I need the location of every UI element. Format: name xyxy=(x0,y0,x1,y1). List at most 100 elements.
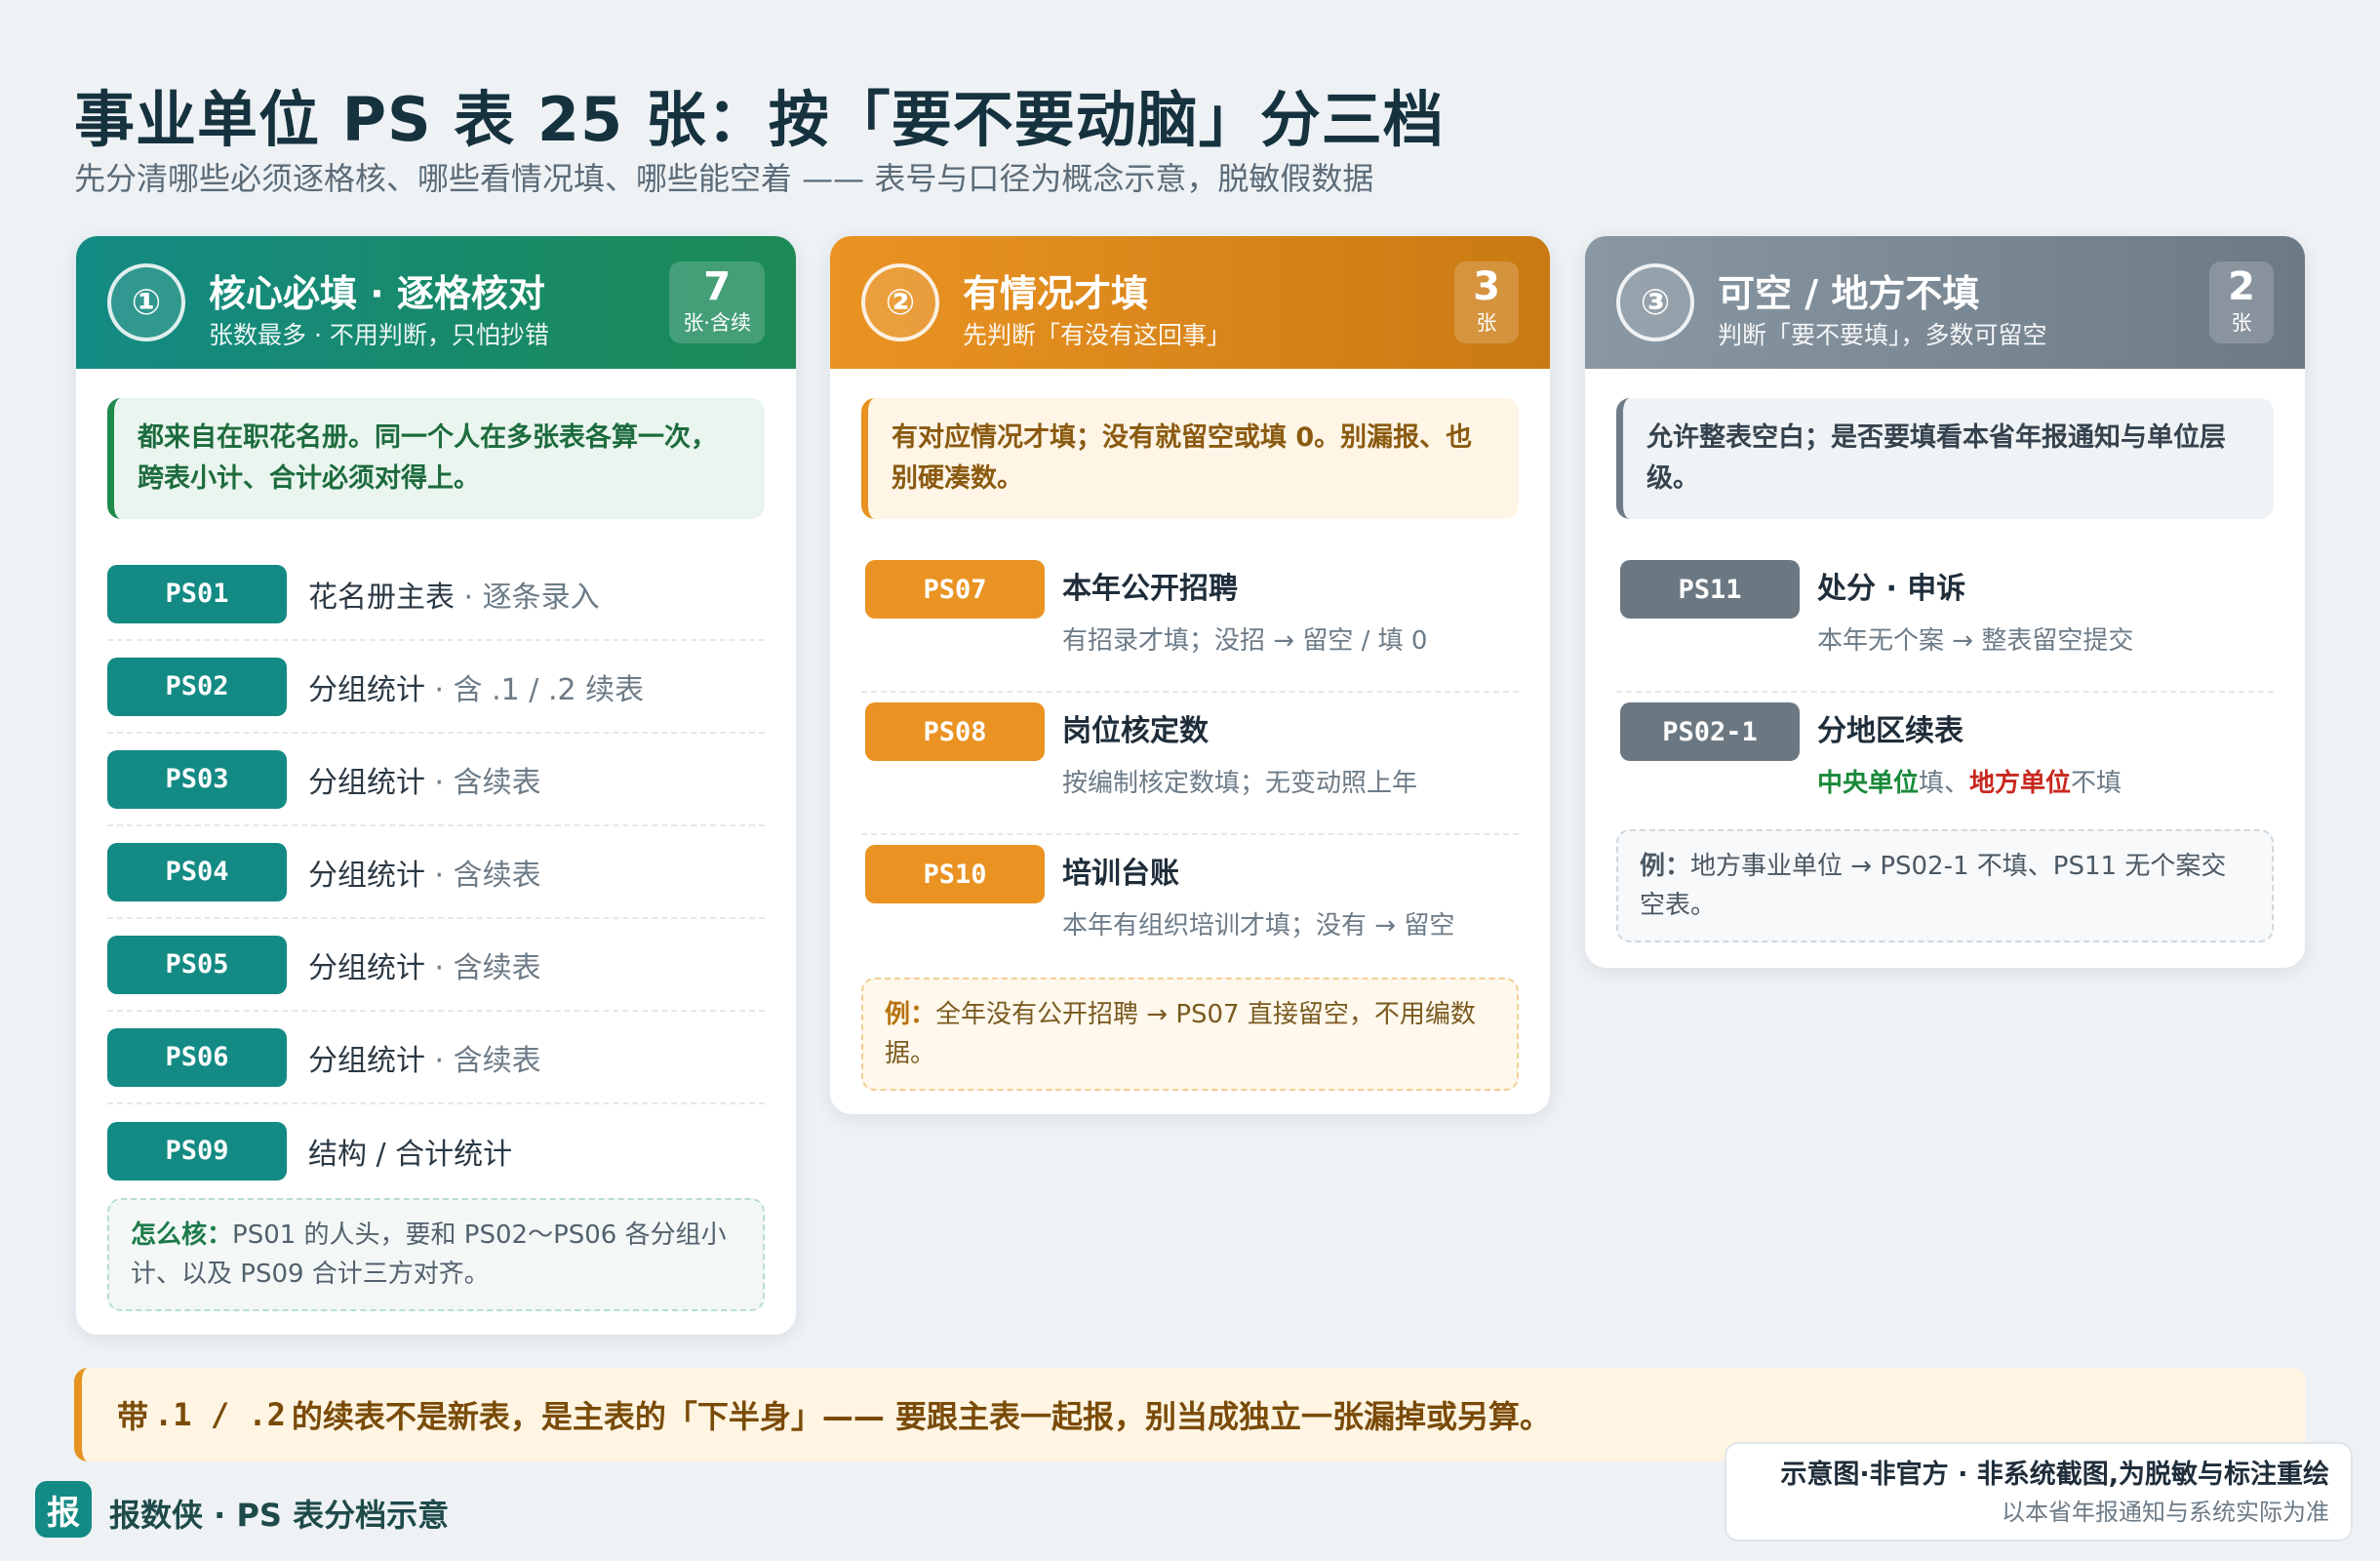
table-main-label: 花名册主表 xyxy=(308,580,455,615)
table-description: 结构 / 合计统计 xyxy=(308,1130,512,1173)
example-box: 例：地方事业单位 → PS02-1 不填、PS11 无个案交空表。 xyxy=(1616,829,2274,942)
example-label: 例： xyxy=(1640,852,1691,881)
detail-text: 填、 xyxy=(1919,769,1970,798)
tier-number-badge: ③ xyxy=(1616,263,1694,341)
table-description: 分组统计 · 含续表 xyxy=(308,943,541,986)
table-main-label: 结构 / 合计统计 xyxy=(308,1137,513,1172)
card-note: 都来自在职花名册。同一个人在多张表各算一次，跨表小计、合计必须对得上。 xyxy=(107,398,765,519)
disclaimer-line-1: 示意图·非官方 · 非系统截图,为脱敏与标注重绘 xyxy=(1780,1460,2329,1490)
table-code-tag: PS10 xyxy=(865,845,1045,903)
tier-card-optional: ③ 可空 / 地方不填 判断「要不要填」，多数可留空 2 张 允许整表空白；是否… xyxy=(1585,236,2305,968)
table-sub-label: · 逐条录入 xyxy=(455,580,600,615)
card-title: 有情况才填 xyxy=(963,272,1149,315)
tier-number-badge: ① xyxy=(107,263,185,341)
disclaimer-line-2: 以本省年报通知与系统实际为准 xyxy=(2002,1499,2329,1526)
card-subtitle: 判断「要不要填」，多数可留空 xyxy=(1718,321,2047,349)
table-main-label: 分组统计 xyxy=(308,858,425,893)
table-list: PS11 处分 · 申诉 本年无个案 → 整表留空提交 PS02-1 分地区续表… xyxy=(1616,550,2274,835)
example-box: 例：全年没有公开招聘 → PS07 直接留空，不用编数据。 xyxy=(861,978,1519,1091)
banner-text: 的续表不是新表，是主表的「下半身」—— 要跟主表一起报，别当成独立一张漏掉或另算… xyxy=(291,1398,1552,1435)
table-row: PS01 花名册主表 · 逐条录入 xyxy=(107,548,765,641)
table-code-tag: PS02 xyxy=(107,657,287,716)
count-number: 3 xyxy=(1473,264,1500,309)
count-unit: 张·含续 xyxy=(683,311,751,335)
example-label: 怎么核： xyxy=(131,1221,233,1250)
table-sub-label: · 含 .1 / .2 续表 xyxy=(425,672,645,707)
table-row: PS07 本年公开招聘 有招录才填；没招 → 留空 / 填 0 xyxy=(861,550,1519,693)
table-row: PS11 处分 · 申诉 本年无个案 → 整表留空提交 xyxy=(1616,550,2274,693)
table-row: PS02-1 分地区续表 中央单位填、地方单位不填 xyxy=(1616,693,2274,835)
table-description: 分组统计 · 含 .1 / .2 续表 xyxy=(308,665,644,708)
table-name: 分地区续表 xyxy=(1817,714,1964,748)
table-row: PS05 分组统计 · 含续表 xyxy=(107,919,765,1012)
example-text: 全年没有公开招聘 → PS07 直接留空，不用编数据。 xyxy=(885,1000,1476,1068)
table-row: PS06 分组统计 · 含续表 xyxy=(107,1012,765,1104)
table-row: PS02 分组统计 · 含 .1 / .2 续表 xyxy=(107,641,765,734)
table-code-tag: PS11 xyxy=(1620,560,1800,619)
table-row: PS04 分组统计 · 含续表 xyxy=(107,826,765,919)
table-description: 分组统计 · 含续表 xyxy=(308,758,541,801)
count-unit: 张 xyxy=(1476,311,1497,335)
table-row: PS10 培训台账 本年有组织培训才填；没有 → 留空 xyxy=(861,835,1519,978)
table-detail: 中央单位填、地方单位不填 xyxy=(1817,763,2122,799)
card-note: 有对应情况才填；没有就留空或填 0。别漏报、也别硬凑数。 xyxy=(861,398,1519,519)
table-sub-label: · 含续表 xyxy=(425,765,541,800)
table-code-tag: PS02-1 xyxy=(1620,702,1800,761)
tier-card-conditional: ② 有情况才填 先判断「有没有这回事」 3 张 有对应情况才填；没有就留空或填 … xyxy=(830,236,1550,1114)
banner-prefix: 带 xyxy=(117,1398,149,1435)
local-unit-highlight: 地方单位 xyxy=(1969,769,2072,798)
table-sub-label: · 含续表 xyxy=(425,858,541,893)
table-name: 处分 · 申诉 xyxy=(1817,572,1966,606)
card-title: 可空 / 地方不填 xyxy=(1718,272,1980,315)
page-title: 事业单位 PS 表 25 张：按「要不要动脑」分三档 xyxy=(74,84,1445,155)
card-header: ① 核心必填 · 逐格核对 张数最多 · 不用判断，只怕抄错 7 张·含续 xyxy=(76,236,796,369)
table-sub-label: · 含续表 xyxy=(425,950,541,985)
count-number: 2 xyxy=(2228,264,2255,309)
table-code-tag: PS04 xyxy=(107,842,287,901)
table-name: 本年公开招聘 xyxy=(1062,572,1238,606)
table-main-label: 分组统计 xyxy=(308,950,425,985)
table-detail: 按编制核定数填；无变动照上年 xyxy=(1062,769,1418,798)
central-unit-highlight: 中央单位 xyxy=(1817,769,1920,798)
table-detail: 本年无个案 → 整表留空提交 xyxy=(1817,626,2134,656)
card-note: 允许整表空白；是否要填看本省年报通知与单位层级。 xyxy=(1616,398,2274,519)
detail-text: 不填 xyxy=(2071,769,2122,798)
table-description: 分组统计 · 含续表 xyxy=(308,851,541,894)
count-unit: 张 xyxy=(2231,311,2252,335)
table-main-label: 分组统计 xyxy=(308,1043,425,1078)
card-subtitle: 张数最多 · 不用判断，只怕抄错 xyxy=(209,321,549,349)
card-header: ② 有情况才填 先判断「有没有这回事」 3 张 xyxy=(830,236,1550,369)
card-title: 核心必填 · 逐格核对 xyxy=(209,272,545,315)
disclaimer-box: 示意图·非官方 · 非系统截图,为脱敏与标注重绘 以本省年报通知与系统实际为准 xyxy=(1725,1442,2353,1541)
table-code-tag: PS08 xyxy=(865,702,1045,761)
card-subtitle: 先判断「有没有这回事」 xyxy=(963,321,1232,349)
tier-number-badge: ② xyxy=(861,263,939,341)
table-description: 分组统计 · 含续表 xyxy=(308,1036,541,1079)
table-description: 花名册主表 · 逐条录入 xyxy=(308,573,600,616)
table-row: PS09 结构 / 合计统计 xyxy=(107,1104,765,1197)
table-name: 培训台账 xyxy=(1062,857,1179,891)
table-code-tag: PS09 xyxy=(107,1121,287,1181)
brand-name: 报数侠 · PS 表分档示意 xyxy=(109,1497,450,1534)
table-code-tag: PS01 xyxy=(107,564,287,623)
table-code-tag: PS03 xyxy=(107,749,287,809)
example-box: 怎么核：PS01 的人头，要和 PS02～PS06 各分组小计、以及 PS09 … xyxy=(107,1198,765,1311)
tier-card-core: ① 核心必填 · 逐格核对 张数最多 · 不用判断，只怕抄错 7 张·含续 都来… xyxy=(76,236,796,1335)
count-badge: 3 张 xyxy=(1454,261,1519,343)
table-detail: 有招录才填；没招 → 留空 / 填 0 xyxy=(1062,626,1428,656)
table-code-tag: PS07 xyxy=(865,560,1045,619)
page-subtitle: 先分清哪些必须逐格核、哪些看情况填、哪些能空着 —— 表号与口径为概念示意，脱敏… xyxy=(74,160,1374,197)
table-row: PS08 岗位核定数 按编制核定数填；无变动照上年 xyxy=(861,693,1519,835)
table-list: PS01 花名册主表 · 逐条录入 PS02 分组统计 · 含 .1 / .2 … xyxy=(107,548,765,1197)
table-detail: 本年有组织培训才填；没有 → 留空 xyxy=(1062,911,1455,941)
count-badge: 2 张 xyxy=(2209,261,2274,343)
table-sub-label: · 含续表 xyxy=(425,1043,541,1078)
table-code-tag: PS05 xyxy=(107,935,287,994)
table-name: 岗位核定数 xyxy=(1062,714,1209,748)
table-main-label: 分组统计 xyxy=(308,765,425,800)
table-list: PS07 本年公开招聘 有招录才填；没招 → 留空 / 填 0 PS08 岗位核… xyxy=(861,550,1519,978)
banner-code: .1 / .2 xyxy=(154,1396,286,1433)
example-label: 例： xyxy=(885,1000,936,1029)
card-header: ③ 可空 / 地方不填 判断「要不要填」，多数可留空 2 张 xyxy=(1585,236,2305,369)
count-badge: 7 张·含续 xyxy=(669,261,765,343)
